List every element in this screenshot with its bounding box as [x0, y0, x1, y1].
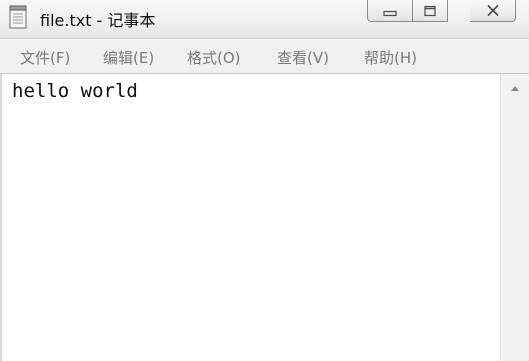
menu-view[interactable]: 查看(V): [277, 47, 329, 68]
notepad-icon: [9, 5, 27, 29]
notepad-window: file.txt - 记事本 文件(F) 编辑(E) 格式(O) 查看(V) 帮…: [0, 0, 529, 361]
menu-format[interactable]: 格式(O): [187, 47, 241, 68]
scroll-up-button[interactable]: [501, 74, 529, 104]
close-button[interactable]: [470, 0, 516, 22]
minimize-button[interactable]: [367, 0, 413, 22]
maximize-icon: [424, 1, 436, 20]
title-bar[interactable]: file.txt - 记事本: [0, 0, 529, 38]
text-editor-area[interactable]: hello world: [0, 74, 500, 361]
editor-content[interactable]: hello world: [12, 80, 138, 102]
close-icon: [485, 1, 501, 20]
scroll-up-arrow-icon: [511, 86, 519, 91]
minimize-icon: [383, 1, 397, 20]
maximize-button[interactable]: [412, 0, 448, 22]
menu-help[interactable]: 帮助(H): [364, 47, 417, 68]
window-title: file.txt - 记事本: [40, 11, 156, 30]
menu-edit[interactable]: 编辑(E): [103, 47, 154, 68]
vertical-scrollbar[interactable]: [500, 74, 529, 361]
menu-bar: 文件(F) 编辑(E) 格式(O) 查看(V) 帮助(H): [0, 38, 529, 74]
menu-file[interactable]: 文件(F): [20, 47, 70, 68]
